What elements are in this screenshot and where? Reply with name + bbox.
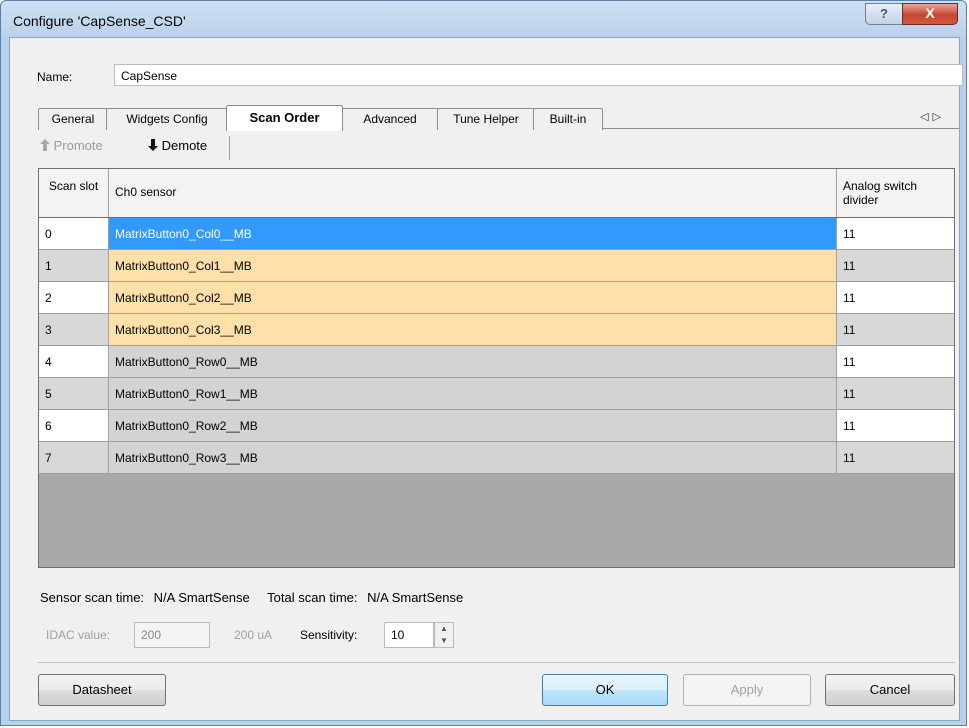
cancel-button[interactable]: Cancel	[825, 674, 955, 706]
tab-scroll-left-icon[interactable]: ◁	[920, 111, 932, 123]
analog-switch-divider-cell[interactable]: 11	[837, 282, 954, 314]
title-bar[interactable]: Configure 'CapSense_CSD' ? X	[1, 1, 966, 37]
datasheet-button[interactable]: Datasheet	[38, 674, 166, 706]
name-label: Name:	[37, 70, 73, 84]
configure-dialog: Configure 'CapSense_CSD' ? X Name: CapSe…	[0, 0, 967, 726]
table-row[interactable]: 1 MatrixButton0_Col1__MB 11	[39, 250, 954, 282]
dialog-body: Name: CapSense General Widgets Config Scan…	[9, 37, 963, 721]
table-row[interactable]: 0 MatrixButton0_Col0__MB 11	[39, 218, 954, 250]
up-arrow-icon	[40, 139, 50, 151]
analog-switch-divider-cell[interactable]: 11	[837, 378, 954, 410]
table-row[interactable]: 5 MatrixButton0_Row1__MB 11	[39, 378, 954, 410]
table-row[interactable]: 4 MatrixButton0_Row0__MB 11	[39, 346, 954, 378]
idac-label: IDAC value:	[46, 628, 111, 642]
demote-button[interactable]: Demote	[148, 138, 207, 153]
name-input[interactable]: CapSense	[114, 64, 963, 86]
sensor-scan-time-label: Sensor scan time:	[40, 590, 145, 605]
scan-slot-cell[interactable]: 0	[39, 218, 109, 250]
tab-scan-order[interactable]: Scan Order	[226, 105, 343, 131]
sensor-cell[interactable]: MatrixButton0_Col2__MB	[109, 282, 837, 314]
tab-tune-helper[interactable]: Tune Helper	[437, 108, 535, 130]
tab-built-in[interactable]: Built-in	[533, 108, 603, 130]
scan-time-status: Sensor scan time: N/A SmartSense Total s…	[40, 590, 469, 605]
scan-slot-cell[interactable]: 4	[39, 346, 109, 378]
toolbar-separator	[229, 136, 230, 160]
analog-switch-divider-cell[interactable]: 11	[837, 346, 954, 378]
sensor-cell[interactable]: MatrixButton0_Row3__MB	[109, 442, 837, 474]
window-title: Configure 'CapSense_CSD'	[13, 13, 186, 29]
table-row[interactable]: 6 MatrixButton0_Row2__MB 11	[39, 410, 954, 442]
spinner-up-icon[interactable]: ▲	[435, 623, 453, 635]
grid-header: Scan slot Ch0 sensor Analog switch divid…	[39, 169, 954, 218]
analog-switch-divider-cell[interactable]: 11	[837, 442, 954, 474]
spinner-down-icon[interactable]: ▼	[435, 635, 453, 647]
scan-order-grid: Scan slot Ch0 sensor Analog switch divid…	[38, 168, 955, 568]
close-button[interactable]: X	[902, 3, 958, 25]
help-button[interactable]: ?	[865, 3, 903, 25]
idac-unit: 200 uA	[234, 628, 273, 642]
ok-button[interactable]: OK	[542, 674, 668, 706]
idac-value-field[interactable]: 200	[134, 622, 210, 648]
scan-slot-cell[interactable]: 6	[39, 410, 109, 442]
column-header-analog-switch-divider[interactable]: Analog switch divider	[837, 169, 954, 217]
analog-switch-divider-cell[interactable]: 11	[837, 410, 954, 442]
promote-label: Promote	[53, 138, 103, 153]
tab-general[interactable]: General	[38, 108, 108, 130]
tab-advanced[interactable]: Advanced	[341, 108, 439, 130]
analog-switch-divider-cell[interactable]: 11	[837, 250, 954, 282]
sensor-cell[interactable]: MatrixButton0_Col0__MB	[109, 218, 837, 250]
sensor-scan-time-value: N/A SmartSense	[153, 590, 250, 605]
table-row[interactable]: 7 MatrixButton0_Row3__MB 11	[39, 442, 954, 474]
sensitivity-label: Sensitivity:	[300, 628, 358, 642]
demote-label: Demote	[161, 138, 208, 153]
apply-button[interactable]: Apply	[683, 674, 811, 706]
down-arrow-icon	[148, 139, 158, 151]
sensor-cell[interactable]: MatrixButton0_Row2__MB	[109, 410, 837, 442]
sensor-cell[interactable]: MatrixButton0_Col1__MB	[109, 250, 837, 282]
column-header-scan-slot[interactable]: Scan slot	[39, 169, 109, 217]
scan-slot-cell[interactable]: 2	[39, 282, 109, 314]
sensor-cell[interactable]: MatrixButton0_Col3__MB	[109, 314, 837, 346]
footer-divider	[38, 662, 955, 663]
analog-switch-divider-cell[interactable]: 11	[837, 218, 954, 250]
promote-button[interactable]: Promote	[40, 138, 103, 153]
total-scan-time-label: Total scan time:	[267, 590, 358, 605]
column-header-ch0-sensor[interactable]: Ch0 sensor	[109, 169, 837, 217]
tab-scroll-nav: ◁▷	[920, 110, 945, 123]
tab-scroll-right-icon[interactable]: ▷	[933, 111, 945, 123]
analog-switch-divider-cell[interactable]: 11	[837, 314, 954, 346]
sensor-cell[interactable]: MatrixButton0_Row0__MB	[109, 346, 837, 378]
scan-slot-cell[interactable]: 3	[39, 314, 109, 346]
total-scan-time-value: N/A SmartSense	[367, 590, 464, 605]
scan-slot-cell[interactable]: 1	[39, 250, 109, 282]
table-row[interactable]: 3 MatrixButton0_Col3__MB 11	[39, 314, 954, 346]
scan-slot-cell[interactable]: 7	[39, 442, 109, 474]
sensor-cell[interactable]: MatrixButton0_Row1__MB	[109, 378, 837, 410]
table-row[interactable]: 2 MatrixButton0_Col2__MB 11	[39, 282, 954, 314]
tab-widgets-config[interactable]: Widgets Config	[106, 108, 228, 130]
sensitivity-field[interactable]: 10	[384, 622, 434, 648]
scan-slot-cell[interactable]: 5	[39, 378, 109, 410]
sensitivity-spinner[interactable]: ▲ ▼	[434, 622, 454, 648]
